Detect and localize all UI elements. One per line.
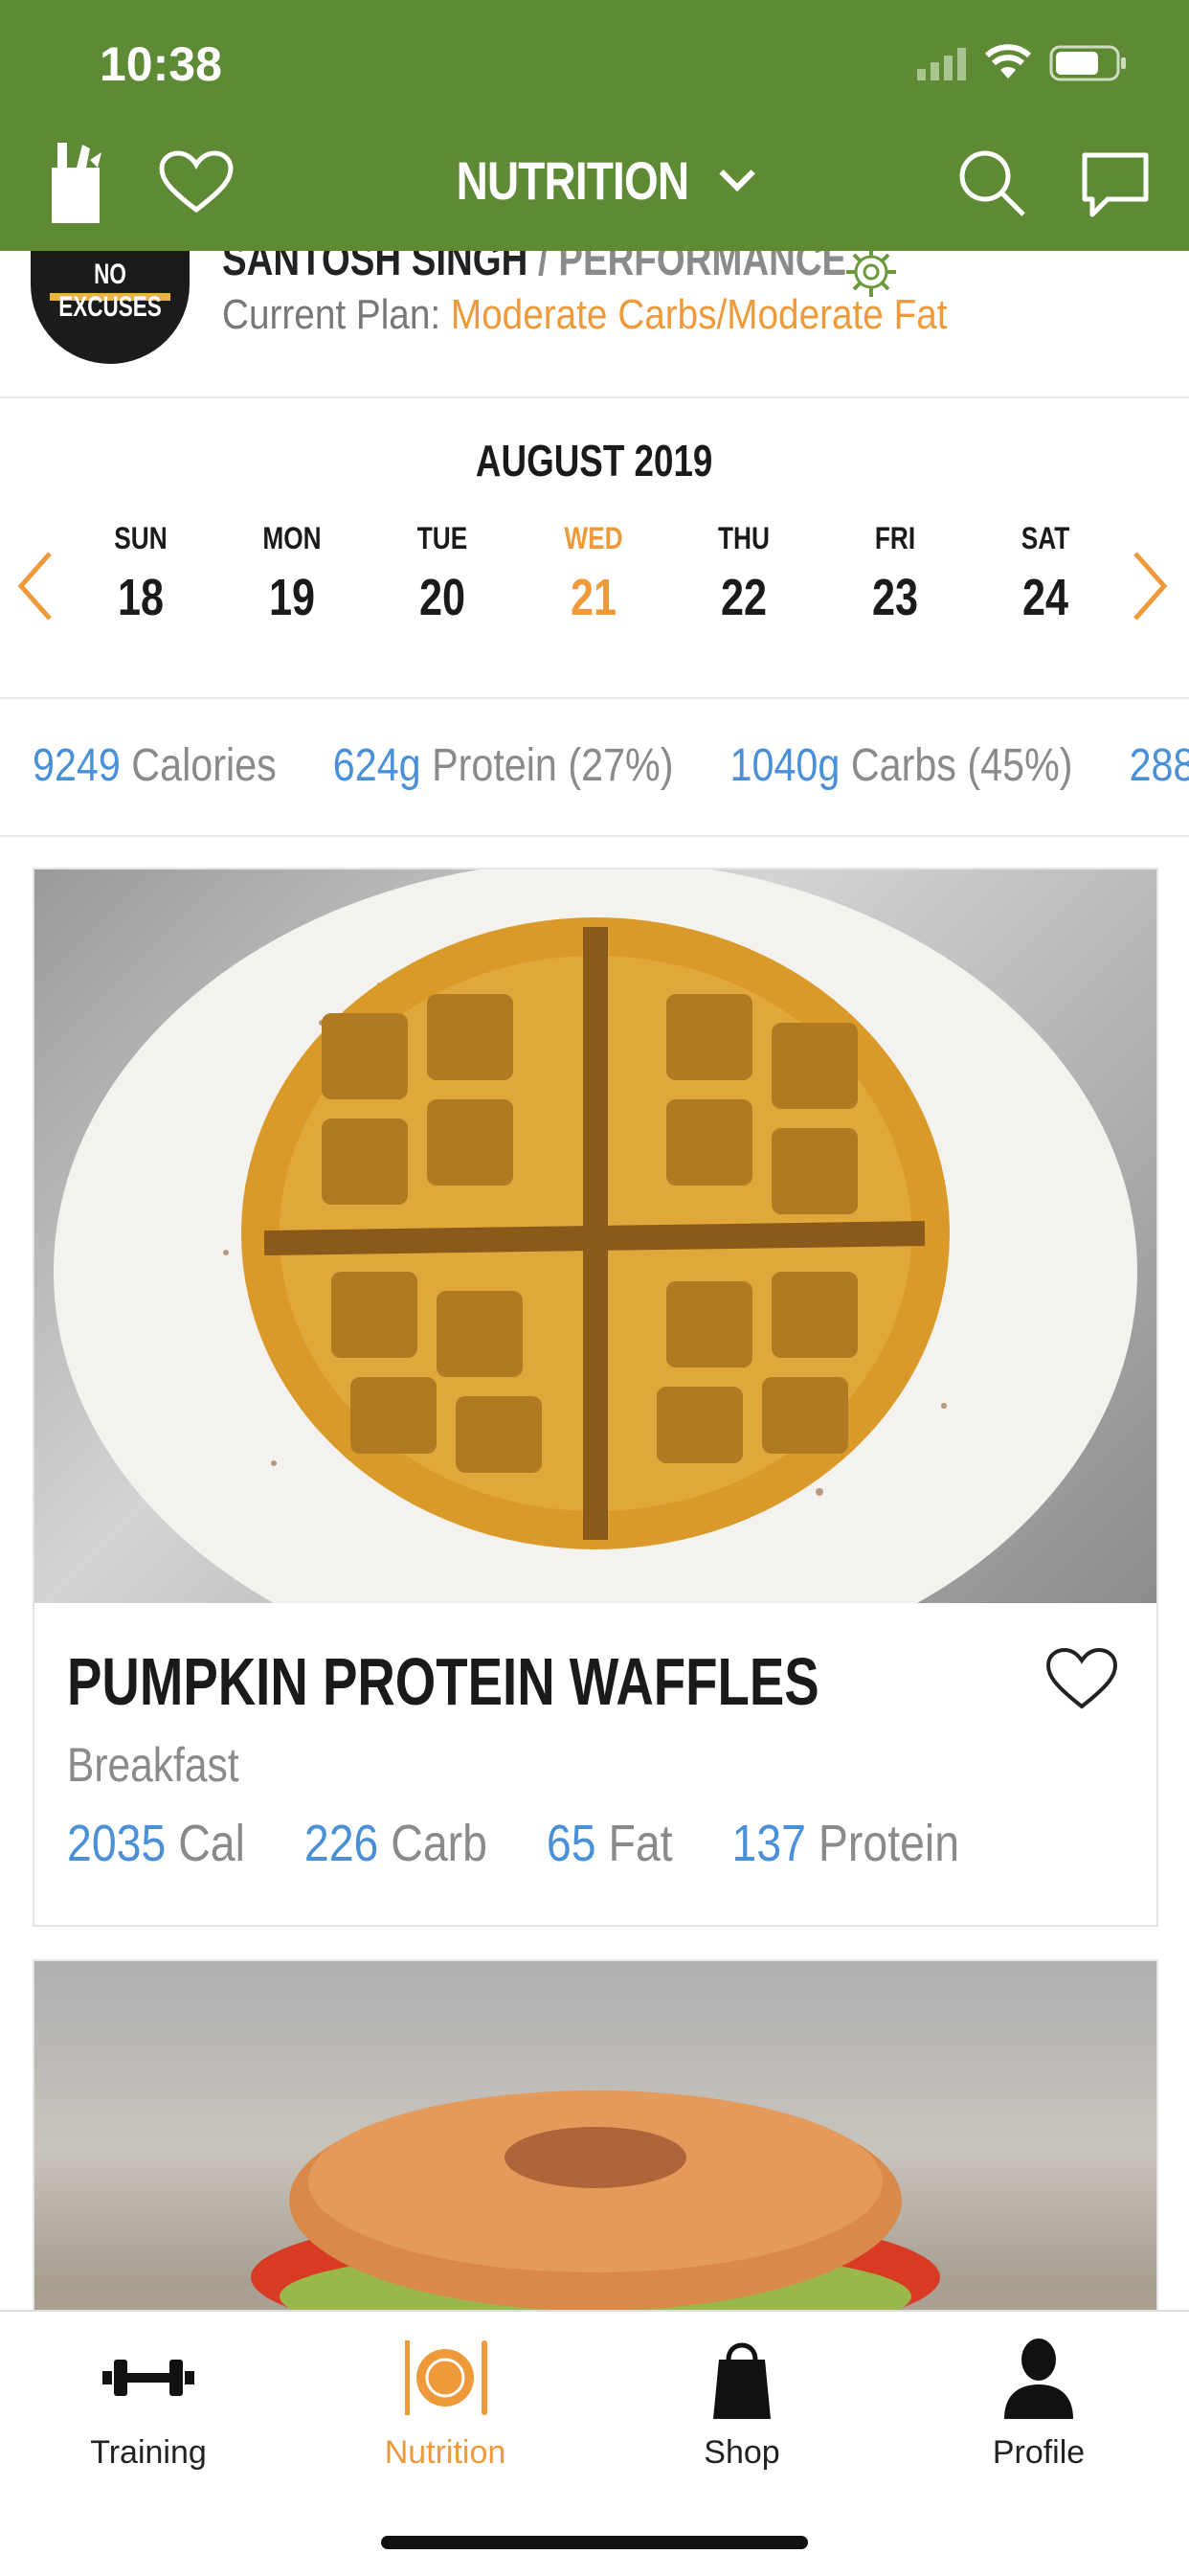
- carbs-label: Carbs (45%): [850, 740, 1073, 791]
- status-bar: 10:38: [0, 0, 1189, 124]
- macro-summary-row: 9249 Calories 624g Protein (27%) 1040g C…: [33, 739, 1189, 792]
- current-plan: Current Plan: Moderate Carbs/Moderate Fa…: [222, 291, 948, 339]
- chevron-down-icon: [719, 169, 755, 192]
- chevron-left-icon[interactable]: [13, 548, 56, 624]
- tab-profile[interactable]: Profile: [890, 2331, 1187, 2494]
- recipe-macros: 2035 Cal 226 Carb 65 Fat 137 Protein: [67, 1814, 959, 1873]
- tab-label: Shop: [704, 2434, 780, 2471]
- tab-label: Nutrition: [384, 2434, 506, 2471]
- day-date: 20: [418, 569, 466, 626]
- user-icon: [1004, 2339, 1073, 2419]
- day-name: WED: [564, 521, 623, 555]
- recipe-fat-value: 65: [546, 1815, 596, 1872]
- calendar-day-fri[interactable]: FRI 23: [842, 521, 948, 627]
- recipe-protein-value: 137: [731, 1815, 807, 1872]
- grocery-list-button[interactable]: [38, 134, 115, 230]
- signal-icon: [917, 48, 966, 80]
- home-indicator[interactable]: [381, 2536, 808, 2549]
- tab-label: Training: [90, 2434, 207, 2471]
- grocery-bag-icon: [52, 143, 101, 223]
- plan-value-link[interactable]: Moderate Carbs/Moderate Fat: [451, 291, 948, 338]
- day-date: 23: [871, 569, 919, 626]
- recipe-protein-label: Protein: [818, 1815, 960, 1872]
- calendar-day-wed-selected[interactable]: WED 21: [541, 521, 646, 627]
- calendar-day-mon[interactable]: MON 19: [239, 521, 345, 627]
- search-icon: [959, 150, 1025, 216]
- profile-summary: NO EXCUSES SANTOSH SINGH / PERFORMANCE C…: [0, 251, 1189, 398]
- recipe-photo[interactable]: [34, 870, 1156, 1683]
- page-title: NUTRITION: [456, 149, 689, 211]
- calendar-day-sun[interactable]: SUN 18: [88, 521, 193, 627]
- tab-shop[interactable]: Shop: [594, 2331, 890, 2494]
- plate-icon: [405, 2340, 487, 2415]
- avatar[interactable]: NO EXCUSES: [31, 251, 190, 364]
- shopping-bag-icon: [713, 2342, 771, 2419]
- search-button[interactable]: [948, 139, 1034, 225]
- day-date: 18: [117, 569, 165, 626]
- recipe-carb-value: 226: [303, 1815, 379, 1872]
- recipe-title[interactable]: PUMPKIN PROTEIN WAFFLES: [67, 1643, 819, 1720]
- name-separator: /: [527, 251, 559, 285]
- carbs-value: 1040g: [729, 740, 841, 791]
- calendar-day-thu[interactable]: THU 22: [691, 521, 796, 627]
- avatar-logo-text: NO EXCUSES: [58, 259, 162, 323]
- calendar-day-sat[interactable]: SAT 24: [993, 521, 1098, 627]
- tab-label: Profile: [992, 2434, 1086, 2471]
- chevron-right-icon[interactable]: [1130, 548, 1172, 624]
- day-name: MON: [262, 521, 322, 555]
- waffle-image: [54, 870, 1137, 1683]
- day-name: TUE: [416, 521, 468, 555]
- day-name: THU: [718, 521, 770, 555]
- recipe-carb-label: Carb: [391, 1815, 487, 1872]
- tab-training[interactable]: Training: [0, 2331, 297, 2494]
- day-date: 22: [720, 569, 768, 626]
- daily-macro-totals: 9249 Calories 624g Protein (27%) 1040g C…: [0, 697, 1189, 837]
- wifi-icon: [984, 44, 1032, 79]
- battery-icon: [1049, 45, 1126, 81]
- recipe-card[interactable]: PUMPKIN PROTEIN WAFFLES Breakfast 2035 C…: [33, 868, 1158, 1927]
- day-name: SUN: [114, 521, 168, 555]
- tab-nutrition-active[interactable]: Nutrition: [297, 2331, 594, 2494]
- week-calendar: AUGUST 2019 SUN 18 MON 19 TUE 20 WED 21 …: [0, 396, 1189, 699]
- heart-icon[interactable]: [1043, 1645, 1120, 1712]
- day-date: 19: [268, 569, 316, 626]
- recipe-fat-label: Fat: [608, 1815, 673, 1872]
- status-time: 10:38: [100, 37, 222, 91]
- recipe-meal-type: Breakfast: [67, 1738, 239, 1792]
- top-header: 10:38 NUTRITION: [0, 0, 1189, 251]
- calories-label: Calories: [131, 740, 277, 791]
- nutrition-menu-dropdown[interactable]: NUTRITION: [431, 142, 756, 218]
- calories-value: 9249: [33, 740, 121, 791]
- messages-button[interactable]: [1072, 142, 1158, 228]
- day-name: SAT: [1021, 521, 1070, 555]
- recipe-cal-value: 2035: [67, 1815, 167, 1872]
- protein-value: 624g: [332, 740, 421, 791]
- fat-value: 288g: [1129, 740, 1189, 791]
- day-date: 21: [570, 569, 617, 626]
- day-date: 24: [1021, 569, 1069, 626]
- favorites-button[interactable]: [153, 144, 239, 220]
- calendar-month: AUGUST 2019: [476, 436, 713, 486]
- protein-label: Protein (27%): [432, 740, 674, 791]
- plan-label: Current Plan:: [222, 291, 451, 338]
- chat-icon: [1082, 152, 1149, 217]
- user-name: SANTOSH SINGH: [222, 251, 528, 285]
- program-name: PERFORMANCE: [558, 251, 847, 285]
- day-name: FRI: [874, 521, 916, 555]
- recipe-cal-label: Cal: [178, 1815, 245, 1872]
- user-name-line: SANTOSH SINGH / PERFORMANCE: [222, 251, 846, 286]
- dumbbell-icon: [102, 2360, 194, 2396]
- heart-icon: [159, 150, 234, 214]
- calendar-day-tue[interactable]: TUE 20: [390, 521, 495, 627]
